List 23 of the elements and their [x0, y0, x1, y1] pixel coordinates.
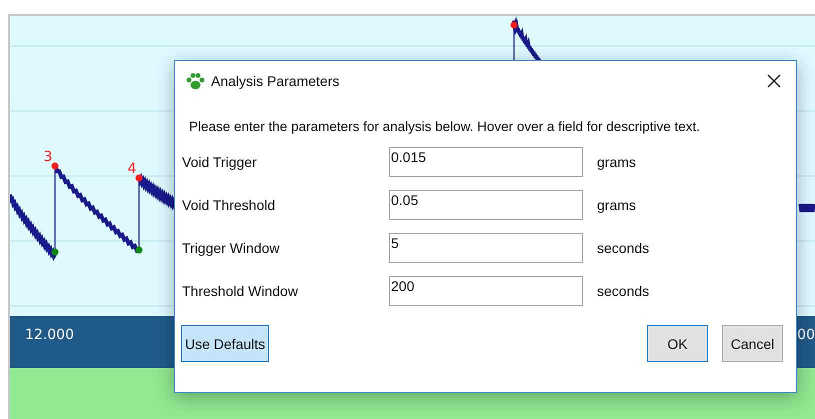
peak-label: 4	[128, 161, 136, 177]
dialog-button[interactable]: Use Defaults	[181, 325, 270, 362]
paw-icon	[185, 72, 205, 90]
unit-label: seconds	[597, 240, 650, 256]
input-field[interactable]: 0.015	[389, 147, 583, 177]
unit-label: grams	[597, 154, 637, 170]
input-field[interactable]: 200	[389, 276, 583, 306]
unit-label: grams	[597, 197, 637, 213]
unit-label: seconds	[597, 283, 650, 299]
peak-label: 3	[44, 149, 52, 165]
dialog-button[interactable]: Cancel	[722, 325, 783, 362]
axis-label: 00	[797, 327, 815, 343]
field-label: Trigger Window	[182, 240, 281, 256]
close-icon	[767, 74, 781, 88]
dialog-button[interactable]: OK	[647, 325, 708, 362]
field-label: Threshold Window	[182, 283, 299, 299]
input-field[interactable]: 5	[389, 233, 583, 263]
axis-label: 12.000	[25, 327, 74, 343]
field-label: Void Threshold	[182, 197, 276, 213]
input-field[interactable]: 0.05	[389, 190, 583, 220]
field-label: Void Trigger	[182, 154, 258, 170]
dialog-title: Analysis Parameters	[211, 73, 340, 89]
instructions-text: Please enter the parameters for analysis below. Hover over a field for descriptive text.	[189, 119, 701, 134]
